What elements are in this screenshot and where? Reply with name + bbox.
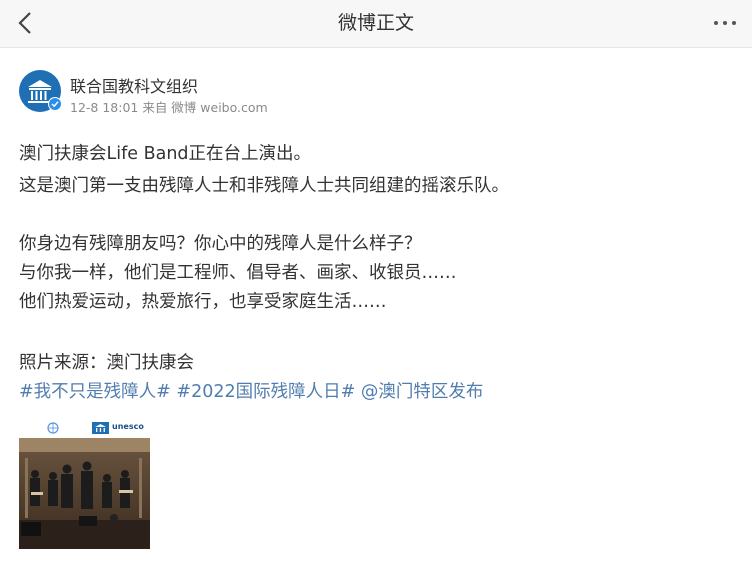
post-text-line: 这是澳门第一支由残障人士和非残障人士共同组建的摇滚乐队。 (19, 176, 509, 196)
photo-banner: unesco (19, 419, 150, 438)
post-photo[interactable]: unesco (19, 419, 150, 549)
un-emblem-icon (47, 422, 59, 434)
page-title: 微博正文 (337, 12, 414, 34)
post-text-line: 澳门扶康会Life Band正在台上演出。 (19, 144, 312, 164)
avatar[interactable] (19, 70, 62, 112)
hashtag-link[interactable]: #我不只是残障人# (19, 382, 171, 402)
band-photo (19, 438, 150, 549)
post-text-line: 你身边有残障朋友吗？你心中的残障人是什么样子？ (19, 234, 422, 254)
hashtag-link[interactable]: #2022国际残障人日# (176, 382, 355, 402)
photo-credit: 照片来源：澳门扶康会 (19, 353, 194, 373)
post-text-line: 他们热爱运动，热爱旅行，也享受家庭生活…… (19, 292, 387, 312)
hashtag-row: #我不只是残障人# #2022国际残障人日# @澳门特区发布 (19, 378, 483, 403)
unesco-logo-icon (92, 422, 109, 434)
author-name[interactable]: 联合国教科文组织 (70, 73, 198, 97)
unesco-wordmark: unesco (112, 422, 144, 431)
verified-badge-icon (48, 97, 62, 111)
post-text-line: 与你我一样，他们是工程师、倡导者、画家、收银员…… (19, 263, 457, 283)
more-button[interactable] (712, 12, 738, 34)
post-meta: 12-8 18:01 来自 微博 weibo.com (70, 100, 268, 115)
mention-link[interactable]: @澳门特区发布 (361, 382, 484, 402)
more-dots-icon (714, 21, 736, 25)
nav-bar: 微博正文 (0, 0, 752, 48)
